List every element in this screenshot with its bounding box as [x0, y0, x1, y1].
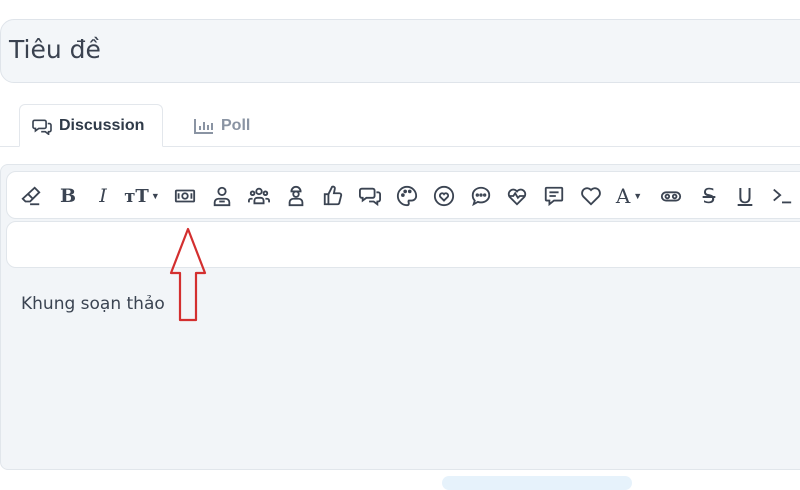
chat-bubbles-icon: [32, 118, 52, 135]
glasses-icon[interactable]: [658, 183, 684, 209]
secondary-toolbar: [6, 221, 800, 268]
chat-bubbles-icon[interactable]: [357, 183, 383, 209]
bold-icon[interactable]: B: [55, 183, 81, 209]
eraser-icon[interactable]: [18, 183, 44, 209]
thumbs-up-icon[interactable]: [320, 183, 346, 209]
group-icon[interactable]: [246, 183, 272, 209]
editor-placeholder[interactable]: Khung soạn thảo: [21, 294, 165, 314]
heartbeat-icon[interactable]: [504, 183, 530, 209]
heart-icon[interactable]: [578, 183, 604, 209]
title-placeholder: Tiêu đề: [9, 35, 101, 64]
user-icon[interactable]: [209, 183, 235, 209]
bottom-button[interactable]: [442, 476, 632, 490]
comment-lines-icon[interactable]: [541, 183, 567, 209]
user-badge-icon[interactable]: [283, 183, 309, 209]
tab-label: Poll: [221, 116, 251, 134]
tab-poll[interactable]: Poll: [194, 104, 250, 147]
underline-icon[interactable]: U: [732, 183, 758, 209]
code-icon[interactable]: [769, 183, 795, 209]
text-color-button[interactable]: A ▼: [612, 183, 646, 209]
font-size-icon: тT: [124, 185, 149, 207]
strikethrough-icon[interactable]: S: [696, 183, 722, 209]
chevron-down-icon: ▼: [633, 191, 643, 201]
title-input[interactable]: [0, 19, 800, 83]
text-color-icon: A: [615, 184, 631, 208]
chevron-down-icon: ▼: [150, 191, 160, 201]
heart-circle-icon[interactable]: [431, 183, 457, 209]
italic-icon[interactable]: I: [90, 183, 116, 209]
up-arrow-icon: [169, 227, 207, 322]
tab-discussion[interactable]: Discussion: [19, 104, 163, 147]
comment-dots-icon[interactable]: [468, 183, 494, 209]
bar-chart-icon: [194, 118, 213, 134]
tab-label: Discussion: [59, 116, 145, 134]
palette-icon[interactable]: [394, 183, 420, 209]
font-size-button[interactable]: тT ▼: [124, 183, 160, 209]
money-icon[interactable]: [172, 183, 198, 209]
